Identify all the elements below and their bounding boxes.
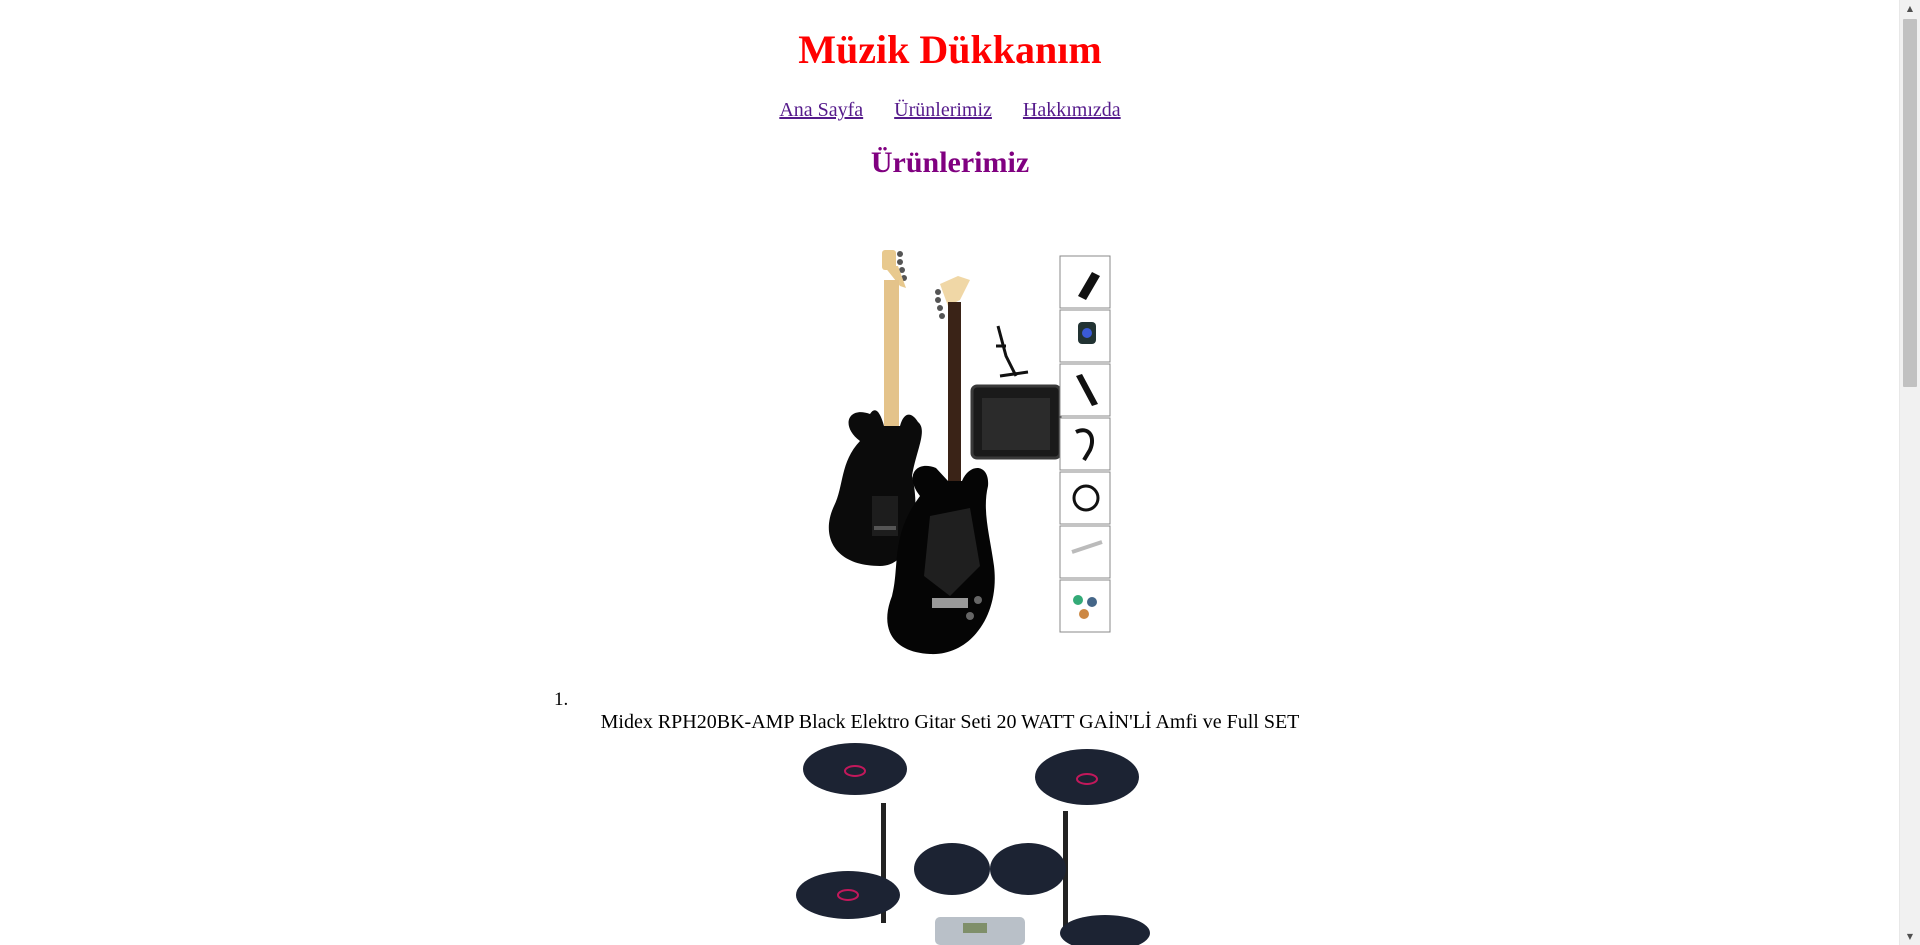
product-list-number: 1. — [554, 689, 569, 710]
product-name: Midex RPH20BK-AMP Black Elektro Gitar Se… — [600, 711, 1300, 733]
nav-link-about[interactable]: Hakkımızda — [1023, 99, 1121, 121]
section-title: Ürünlerimiz — [870, 146, 1030, 179]
accessory-column — [1059, 255, 1111, 633]
vertical-scrollbar[interactable]: ▲ ▼ — [1899, 0, 1920, 945]
nav-link-home[interactable]: Ana Sayfa — [779, 99, 863, 121]
site-title: Müzik Dükkanım — [798, 27, 1102, 72]
main-nav: Ana Sayfa Ürünlerimiz Hakkımızda — [0, 99, 1900, 122]
product-image-drum-kit[interactable] — [795, 733, 1165, 945]
scroll-up-arrow-icon[interactable]: ▲ — [1900, 0, 1920, 17]
amp-shape — [970, 384, 1062, 460]
nav-link-products[interactable]: Ürünlerimiz — [894, 99, 992, 121]
scroll-down-arrow-icon[interactable]: ▼ — [1900, 928, 1920, 945]
drum-kit-shape — [796, 743, 1150, 945]
product-image-guitar-set[interactable] — [820, 236, 1120, 676]
guitar-stand-shape — [996, 325, 1029, 378]
scrollbar-thumb[interactable] — [1903, 19, 1917, 387]
